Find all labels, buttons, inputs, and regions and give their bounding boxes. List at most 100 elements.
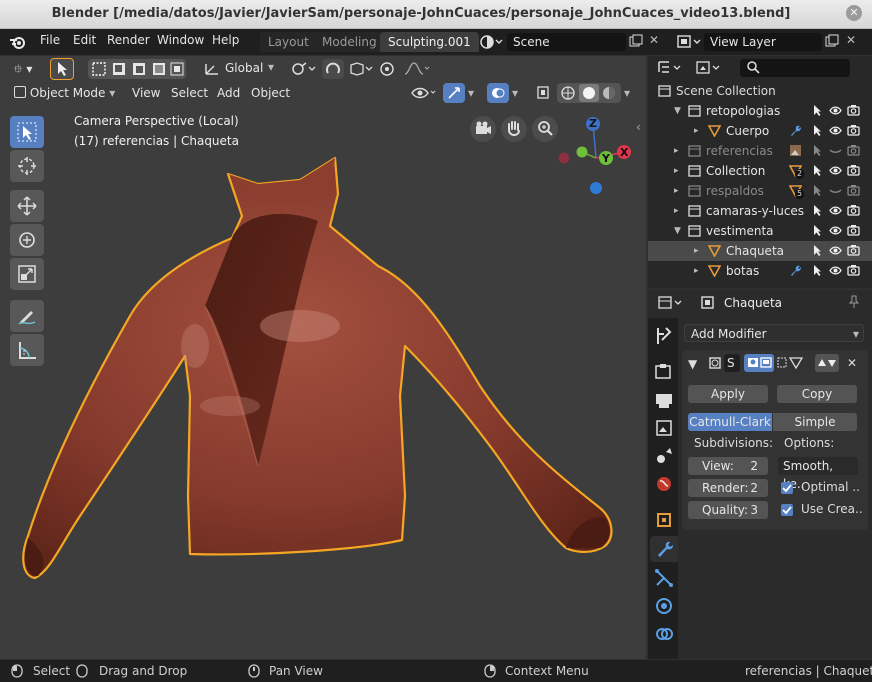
visibility-eye-icon[interactable] [829,184,842,197]
render-camera-icon[interactable] [847,184,860,197]
simple-button[interactable]: Simple [773,413,857,431]
outliner-row[interactable]: ▸ Cuerpo [648,121,872,141]
render-camera-icon[interactable] [847,164,860,177]
filter-icon[interactable] [694,59,724,77]
use-creases-checkbox[interactable] [781,504,793,516]
expand-arrow-open-icon[interactable]: ▼ [674,221,681,241]
expand-arrow-closed-icon[interactable]: ▸ [674,161,679,181]
selectable-arrow-icon[interactable] [811,204,824,217]
outliner-row[interactable]: ▸ referencias [648,141,872,161]
selectable-arrow-icon[interactable] [811,184,824,197]
expand-arrow-closed-icon[interactable]: ▸ [694,261,699,281]
expand-arrow-closed-icon[interactable]: ▸ [674,201,679,221]
blender-logo-icon[interactable] [9,33,27,51]
menu-file[interactable]: File [40,33,60,47]
tab-layout[interactable]: Layout [260,32,317,52]
selectable-arrow-icon[interactable] [811,144,824,157]
render-tab-icon[interactable] [652,360,676,384]
outliner-search-input[interactable] [740,59,850,77]
physics-tab-icon[interactable] [652,594,676,618]
modifier-name-field[interactable]: S [724,354,740,372]
expand-arrow-open-icon[interactable]: ▼ [674,101,681,121]
visibility-eye-icon[interactable] [829,124,842,137]
modifiers-tab-active[interactable] [650,536,678,562]
outliner-row[interactable]: ▸ Collection 2 [648,161,872,181]
expand-arrow-closed-icon[interactable]: ▸ [694,241,699,261]
quality-field[interactable]: Quality: 3 [688,501,768,519]
menu-edit[interactable]: Edit [73,33,96,47]
render-camera-icon[interactable] [847,124,860,137]
visibility-eye-icon[interactable] [829,144,842,157]
visibility-eye-icon[interactable] [829,104,842,117]
search-icon [747,61,760,74]
new-scene-icon[interactable] [628,33,644,51]
remove-modifier-icon[interactable]: ✕ [847,356,857,370]
scene-selector-icon[interactable] [479,33,505,51]
output-tab-icon[interactable] [652,388,676,412]
constraints-tab-icon[interactable] [652,622,676,646]
editor-type-icon[interactable] [656,294,686,312]
outliner-row[interactable]: ▸ respaldos 5 [648,181,872,201]
visibility-eye-icon[interactable] [829,264,842,277]
menu-render[interactable]: Render [107,33,150,47]
render-levels-field[interactable]: Render: 2 [688,479,768,497]
render-camera-icon[interactable] [847,204,860,217]
pin-icon[interactable] [847,295,861,309]
render-camera-icon[interactable] [847,264,860,277]
modifier-wrench-icon [791,265,801,276]
visibility-eye-icon[interactable] [829,244,842,257]
new-view-layer-icon[interactable] [824,33,840,51]
selectable-arrow-icon[interactable] [811,244,824,257]
object-tab-icon[interactable] [652,508,676,532]
selectable-arrow-icon[interactable] [811,124,824,137]
scene-tab-icon[interactable] [652,444,676,468]
outliner-row[interactable]: ▸ botas [648,261,872,281]
apply-button[interactable]: Apply [688,385,768,403]
render-camera-icon[interactable] [847,144,860,157]
optimal-display-checkbox[interactable] [781,482,793,494]
world-tab-icon[interactable] [652,472,676,496]
menu-window[interactable]: Window [157,33,204,47]
jacket-mesh[interactable] [0,56,646,659]
3d-viewport[interactable]: ⯐ ▾ Global ▾ Object Mode ▾ View Select A… [0,56,646,659]
outliner-row[interactable]: ▼ vestimenta [648,221,872,241]
copy-button[interactable]: Copy [777,385,857,403]
view-levels-field[interactable]: View: 2 [688,457,768,475]
view-layer-tab-icon[interactable] [652,416,676,440]
selectable-arrow-icon[interactable] [811,164,824,177]
uv-smooth-dropdown[interactable]: Smooth, ke.. [778,457,858,491]
modifier-display-toggles[interactable] [744,353,806,373]
tool-settings-tab-icon[interactable] [652,324,676,348]
render-camera-icon[interactable] [847,104,860,117]
add-modifier-dropdown[interactable]: Add Modifier ▾ [684,324,864,342]
render-camera-icon[interactable] [847,244,860,257]
display-mode-icon[interactable] [656,59,686,77]
outliner-row[interactable]: ▼ retopologias [648,101,872,121]
close-window-button[interactable]: ✕ [846,5,862,21]
collapse-arrow-icon[interactable]: ▼ [688,357,697,371]
selectable-arrow-icon[interactable] [811,104,824,117]
outliner-row[interactable]: ▸ Chaqueta [648,241,872,261]
particles-tab-icon[interactable] [652,566,676,590]
outliner-row[interactable]: ▸ camaras-y-luces [648,201,872,221]
visibility-eye-icon[interactable] [829,164,842,177]
outliner-scene-collection[interactable]: Scene Collection [648,81,872,101]
tab-sculpting[interactable]: Sculpting.001 [380,32,479,52]
delete-scene-icon[interactable]: ✕ [649,33,659,47]
tab-modeling[interactable]: Modeling [314,32,385,52]
expand-arrow-closed-icon[interactable]: ▸ [674,141,679,161]
selectable-arrow-icon[interactable] [811,224,824,237]
render-camera-icon[interactable] [847,224,860,237]
menu-help[interactable]: Help [212,33,239,47]
visibility-eye-icon[interactable] [829,224,842,237]
delete-view-layer-icon[interactable]: ✕ [846,33,856,47]
visibility-eye-icon[interactable] [829,204,842,217]
move-modifier-buttons[interactable] [815,354,839,372]
view-layer-field[interactable]: View Layer [704,33,822,51]
view-layer-icon[interactable] [676,33,704,51]
selectable-arrow-icon[interactable] [811,264,824,277]
catmull-clark-button[interactable]: Catmull-Clark [688,413,772,431]
scene-name-field[interactable]: Scene [507,33,626,51]
expand-arrow-closed-icon[interactable]: ▸ [674,181,679,201]
expand-arrow-closed-icon[interactable]: ▸ [694,121,699,141]
